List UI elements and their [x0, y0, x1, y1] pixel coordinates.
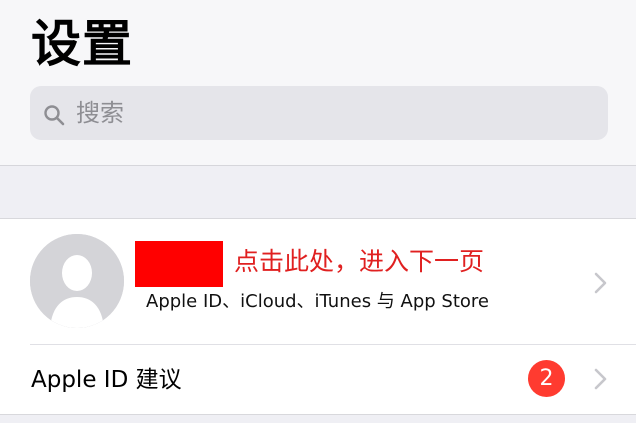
redacted-account-name	[135, 241, 223, 287]
search-icon	[44, 105, 65, 126]
annotation-text: 点击此处，进入下一页	[234, 247, 485, 276]
chevron-right-icon	[594, 368, 607, 390]
page-title: 设置	[31, 15, 133, 73]
person-silhouette-icon	[30, 234, 124, 328]
settings-screen: 设置 点击此处，进入下一页 Apple ID、iCloud、iTunes 与 A…	[0, 0, 636, 423]
notification-badge: 2	[528, 360, 565, 397]
avatar[interactable]	[30, 234, 124, 328]
account-subtitle: Apple ID、iCloud、iTunes 与 App Store	[146, 291, 489, 312]
search-input[interactable]	[76, 94, 496, 132]
chevron-right-icon	[594, 272, 607, 294]
suggestions-label: Apple ID 建议	[31, 367, 182, 393]
